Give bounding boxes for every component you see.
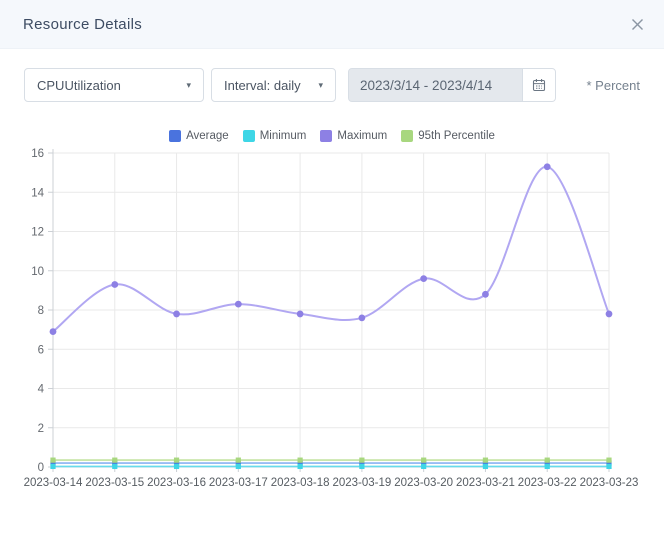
x-tick-label: 2023-03-23 <box>580 477 639 489</box>
data-point-maximum[interactable] <box>358 314 365 321</box>
data-point-minimum[interactable] <box>174 464 179 469</box>
data-point-95th-percentile[interactable] <box>174 458 179 463</box>
line-chart: 02468101214162023-03-142023-03-152023-03… <box>0 120 664 520</box>
chevron-down-icon: ▾ <box>318 81 323 90</box>
data-point-maximum[interactable] <box>173 311 180 318</box>
data-point-95th-percentile[interactable] <box>50 458 55 463</box>
close-button[interactable] <box>625 12 650 37</box>
data-point-95th-percentile[interactable] <box>236 458 241 463</box>
interval-select-value: Interval: daily <box>224 78 301 93</box>
y-tick-label: 10 <box>31 266 44 278</box>
data-point-95th-percentile[interactable] <box>483 458 488 463</box>
date-range-picker <box>348 68 556 102</box>
data-point-minimum[interactable] <box>50 464 55 469</box>
data-point-95th-percentile[interactable] <box>545 458 550 463</box>
dialog-header: Resource Details <box>0 0 664 49</box>
data-point-95th-percentile[interactable] <box>112 458 117 463</box>
x-tick-label: 2023-03-15 <box>85 477 144 489</box>
data-point-minimum[interactable] <box>545 464 550 469</box>
data-point-maximum[interactable] <box>544 163 551 170</box>
data-point-95th-percentile[interactable] <box>359 458 364 463</box>
data-point-maximum[interactable] <box>235 301 242 308</box>
metric-select-value: CPUUtilization <box>37 78 121 93</box>
data-point-minimum[interactable] <box>236 464 241 469</box>
y-tick-label: 2 <box>38 423 44 435</box>
x-tick-label: 2023-03-18 <box>271 477 330 489</box>
controls-bar: CPUUtilization ▾ Interval: daily ▾ * Per… <box>24 68 640 102</box>
y-tick-label: 4 <box>38 384 45 396</box>
data-point-minimum[interactable] <box>112 464 117 469</box>
data-point-minimum[interactable] <box>359 464 364 469</box>
data-point-minimum[interactable] <box>483 464 488 469</box>
dialog-title: Resource Details <box>23 16 142 33</box>
data-point-maximum[interactable] <box>420 275 427 282</box>
interval-select[interactable]: Interval: daily ▾ <box>211 68 336 102</box>
data-point-maximum[interactable] <box>606 311 613 318</box>
data-point-maximum[interactable] <box>111 281 118 288</box>
y-tick-label: 16 <box>31 148 44 160</box>
y-tick-label: 14 <box>31 187 44 199</box>
series-line-maximum <box>53 167 609 332</box>
unit-note: * Percent <box>587 78 640 93</box>
y-tick-label: 8 <box>38 305 44 317</box>
calendar-icon <box>531 77 547 93</box>
x-tick-label: 2023-03-17 <box>209 477 268 489</box>
data-point-95th-percentile[interactable] <box>606 458 611 463</box>
y-tick-label: 0 <box>38 462 44 474</box>
x-tick-label: 2023-03-22 <box>518 477 577 489</box>
data-point-maximum[interactable] <box>482 291 489 298</box>
calendar-button[interactable] <box>522 69 555 101</box>
x-tick-label: 2023-03-20 <box>394 477 453 489</box>
chevron-down-icon: ▾ <box>186 81 191 90</box>
close-icon <box>631 18 644 31</box>
y-tick-label: 12 <box>31 227 44 239</box>
x-tick-label: 2023-03-19 <box>332 477 391 489</box>
data-point-95th-percentile[interactable] <box>298 458 303 463</box>
data-point-95th-percentile[interactable] <box>421 458 426 463</box>
data-point-maximum[interactable] <box>297 311 304 318</box>
data-point-minimum[interactable] <box>298 464 303 469</box>
x-tick-label: 2023-03-21 <box>456 477 515 489</box>
data-point-minimum[interactable] <box>421 464 426 469</box>
metric-select[interactable]: CPUUtilization ▾ <box>24 68 204 102</box>
y-tick-label: 6 <box>38 344 44 356</box>
x-tick-label: 2023-03-14 <box>24 477 83 489</box>
data-point-maximum[interactable] <box>50 328 57 335</box>
date-range-input[interactable] <box>349 69 522 101</box>
x-tick-label: 2023-03-16 <box>147 477 206 489</box>
data-point-minimum[interactable] <box>606 464 611 469</box>
